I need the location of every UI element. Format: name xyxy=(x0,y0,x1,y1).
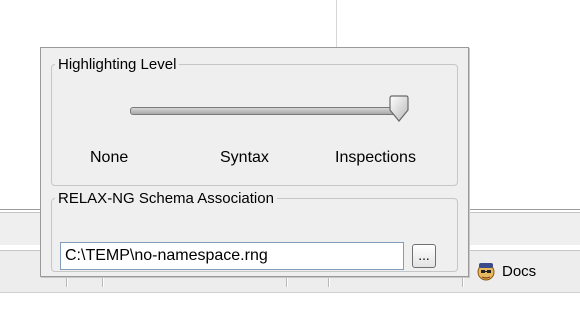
browse-button[interactable]: ... xyxy=(412,244,436,268)
docs-label[interactable]: Docs xyxy=(502,263,536,280)
window-bottom-edge xyxy=(0,292,580,317)
level-label-inspections[interactable]: Inspections xyxy=(335,149,416,167)
level-label-none[interactable]: None xyxy=(90,149,128,167)
highlighting-popup: Highlighting Level None Syntax Inspectio… xyxy=(40,47,469,277)
highlighting-level-group: Highlighting Level None Syntax Inspectio… xyxy=(51,56,458,186)
schema-association-legend: RELAX-NG Schema Association xyxy=(58,190,274,207)
schema-association-group: RELAX-NG Schema Association ... xyxy=(51,190,458,272)
highlighting-level-slider-track[interactable] xyxy=(130,107,402,115)
level-label-syntax[interactable]: Syntax xyxy=(220,149,269,167)
schema-path-input[interactable] xyxy=(60,242,404,270)
slider-thumb[interactable] xyxy=(388,95,410,123)
editor-window: ✳ 2:4 Insert Docs Highlighting Level xyxy=(0,0,580,317)
docs-agent-icon[interactable] xyxy=(474,259,498,283)
highlighting-level-legend: Highlighting Level xyxy=(58,56,177,73)
